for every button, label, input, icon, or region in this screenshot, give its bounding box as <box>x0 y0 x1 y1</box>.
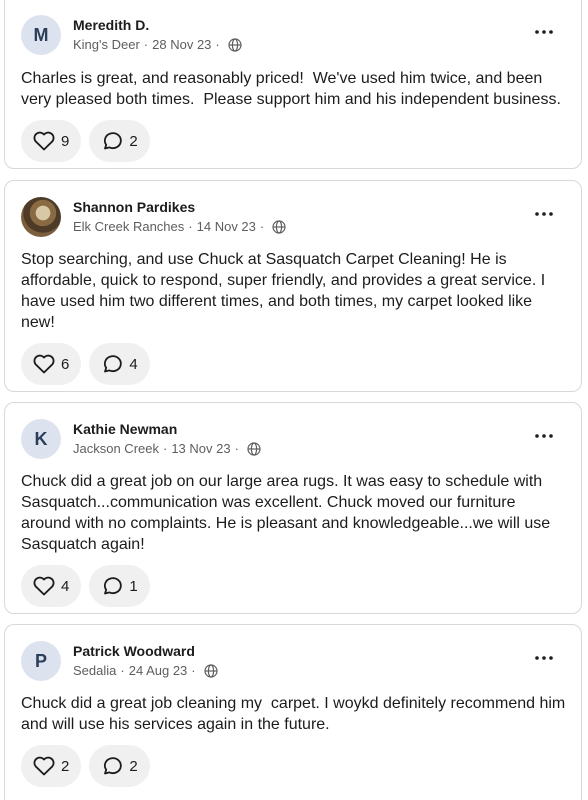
avatar[interactable]: M <box>21 15 61 55</box>
more-options-icon[interactable] <box>533 21 555 43</box>
post-header: P Patrick Woodward Sedalia · 24 Aug 23 · <box>21 641 565 683</box>
separator: · <box>188 219 193 234</box>
globe-icon <box>247 441 261 456</box>
post-date[interactable]: 28 Nov 23 <box>152 37 211 52</box>
neighborhood[interactable]: Jackson Creek <box>73 441 159 456</box>
separator: · <box>259 219 265 234</box>
like-button[interactable]: 9 <box>21 120 82 162</box>
comment-bubble-icon <box>101 131 123 151</box>
author-name[interactable]: Meredith D. <box>73 17 149 33</box>
post-card: Shannon Pardikes Elk Creek Ranches · 14 … <box>4 180 582 392</box>
author-name[interactable]: Patrick Woodward <box>73 643 195 659</box>
post-date[interactable]: 14 Nov 23 <box>197 219 256 234</box>
post-card: P Patrick Woodward Sedalia · 24 Aug 23 ·… <box>4 624 582 800</box>
heart-icon <box>33 576 55 596</box>
comment-button[interactable]: 2 <box>89 745 150 787</box>
author-name[interactable]: Shannon Pardikes <box>73 199 195 215</box>
post-meta: Jackson Creek · 13 Nov 23 · <box>73 441 261 456</box>
post-card: K Kathie Newman Jackson Creek · 13 Nov 2… <box>4 402 582 614</box>
comment-bubble-icon <box>101 354 123 374</box>
separator: · <box>120 663 125 678</box>
comment-count: 1 <box>129 577 138 595</box>
post-date[interactable]: 13 Nov 23 <box>171 441 230 456</box>
post-header: K Kathie Newman Jackson Creek · 13 Nov 2… <box>21 419 565 461</box>
comment-count: 2 <box>129 132 138 150</box>
comment-count: 4 <box>129 355 138 373</box>
separator: · <box>162 441 168 456</box>
more-options-icon[interactable] <box>533 647 555 669</box>
post-header: Shannon Pardikes Elk Creek Ranches · 14 … <box>21 197 565 239</box>
comment-bubble-icon <box>101 756 123 776</box>
post-text: Chuck did a great job on our large area … <box>21 473 555 553</box>
post-meta: Elk Creek Ranches · 14 Nov 23 · <box>73 219 286 234</box>
avatar[interactable] <box>21 197 61 237</box>
separator: · <box>143 37 149 52</box>
post-meta: King's Deer · 28 Nov 23 · <box>73 37 242 52</box>
globe-icon <box>272 219 286 234</box>
globe-icon <box>204 663 218 678</box>
post-date[interactable]: 24 Aug 23 <box>129 663 188 678</box>
like-button[interactable]: 4 <box>21 565 82 607</box>
comment-button[interactable]: 1 <box>89 565 150 607</box>
like-count: 2 <box>61 757 70 775</box>
post-actions: 4 1 <box>21 565 150 607</box>
avatar[interactable]: P <box>21 641 61 681</box>
post-text: Charles is great, and reasonably priced!… <box>21 70 561 108</box>
avatar[interactable]: K <box>21 419 61 459</box>
post-actions: 6 4 <box>21 343 150 385</box>
separator: · <box>215 37 220 52</box>
comment-bubble-icon <box>101 576 123 596</box>
neighborhood[interactable]: Elk Creek Ranches <box>73 219 184 234</box>
separator: · <box>234 441 239 456</box>
post-actions: 2 2 <box>21 745 150 787</box>
post-card: M Meredith D. King's Deer · 28 Nov 23 · … <box>4 0 582 169</box>
heart-icon <box>33 354 55 374</box>
author-name[interactable]: Kathie Newman <box>73 421 177 437</box>
like-count: 9 <box>61 132 70 150</box>
post-actions: 9 2 <box>21 120 150 162</box>
comment-count: 2 <box>129 757 138 775</box>
like-button[interactable]: 2 <box>21 745 82 787</box>
like-button[interactable]: 6 <box>21 343 82 385</box>
heart-icon <box>33 131 55 151</box>
post-meta: Sedalia · 24 Aug 23 · <box>73 663 218 678</box>
globe-icon <box>228 37 242 52</box>
post-text: Chuck did a great job cleaning my carpet… <box>21 695 570 733</box>
heart-icon <box>33 756 55 776</box>
neighborhood[interactable]: Sedalia <box>73 663 116 678</box>
more-options-icon[interactable] <box>533 203 555 225</box>
comment-button[interactable]: 2 <box>89 120 150 162</box>
more-options-icon[interactable] <box>533 425 555 447</box>
post-text: Stop searching, and use Chuck at Sasquat… <box>21 251 550 331</box>
neighborhood[interactable]: King's Deer <box>73 37 140 52</box>
post-header: M Meredith D. King's Deer · 28 Nov 23 · <box>21 15 565 57</box>
comment-button[interactable]: 4 <box>89 343 150 385</box>
like-count: 4 <box>61 577 70 595</box>
separator: · <box>191 663 196 678</box>
like-count: 6 <box>61 355 70 373</box>
